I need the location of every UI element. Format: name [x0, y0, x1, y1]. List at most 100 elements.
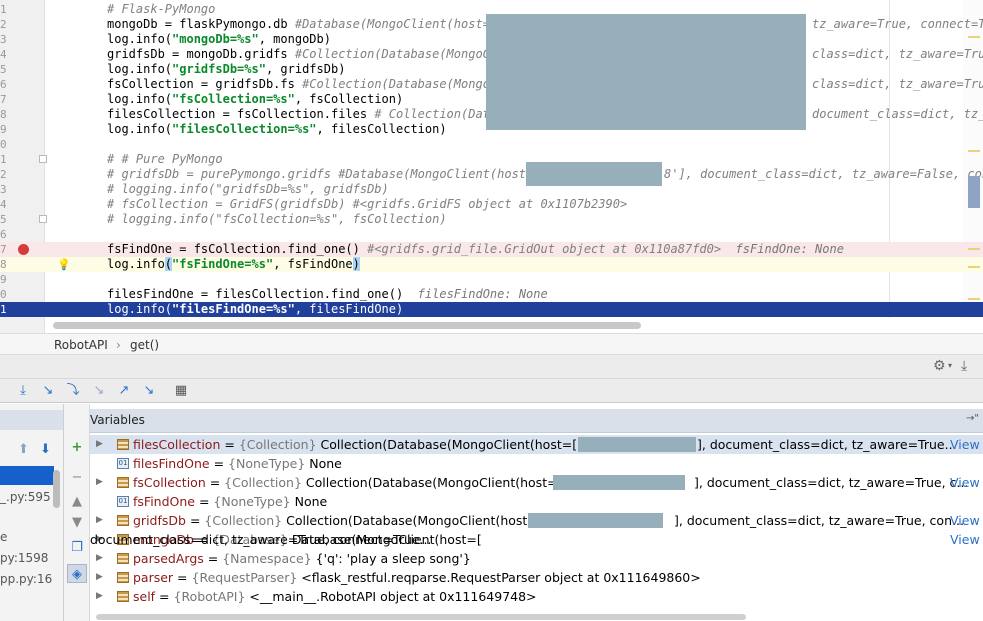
run-to-cursor-icon[interactable]: ↘ — [140, 382, 158, 400]
variable-row[interactable]: 01 fsFindOne = {NoneType} None — [90, 492, 983, 511]
show-watches-icon[interactable]: ◈ — [67, 564, 87, 583]
line-number[interactable]: 7 — [0, 92, 10, 107]
expand-arrow-icon[interactable]: ▶ — [96, 568, 103, 587]
variable-row[interactable]: ▶ parser = {RequestParser} <flask_restful… — [90, 568, 983, 587]
code-line[interactable]: 1 # # Pure PyMongo — [0, 152, 983, 167]
code-line[interactable]: 3 # logging.info("gridfsDb=%s", gridfsDb) — [0, 182, 983, 197]
step-out-icon[interactable]: ↗ — [115, 382, 133, 400]
variable-row[interactable]: ▶ gridfsDb = {Collection} Collection(Data… — [90, 511, 983, 530]
error-stripe-marker[interactable] — [968, 248, 980, 250]
code-line[interactable]: 0 — [0, 137, 983, 152]
frames-panel[interactable]: ⬆ ⬇ _.py:595e py:1598 pp.py:16 — [0, 404, 64, 621]
view-link[interactable]: View — [950, 435, 980, 454]
evaluate-expression-icon[interactable]: ▦ — [172, 382, 190, 400]
line-number[interactable]: 6 — [0, 77, 10, 92]
copy-icon[interactable]: ❐ — [67, 538, 87, 557]
line-number[interactable]: 0 — [0, 287, 10, 302]
variable-row[interactable]: ▶ self = {RobotAPI} <__main__.RobotAPI ob… — [90, 587, 983, 606]
code-string: "mongoDb=%s" — [172, 32, 259, 46]
line-number[interactable]: 9 — [0, 272, 10, 287]
line-number[interactable]: 0 — [0, 137, 10, 152]
frame-item[interactable]: py:1598 — [0, 549, 54, 568]
step-into-my-code-icon[interactable]: ↘ — [90, 382, 108, 400]
line-number[interactable]: 8 — [0, 107, 10, 122]
code-line[interactable]: 4 # fsCollection = GridFS(gridfsDb) #<gri… — [0, 197, 983, 212]
breakpoint-icon[interactable] — [18, 244, 29, 255]
step-over-icon[interactable]: ↘ — [39, 382, 57, 400]
variables-tree[interactable]: ▶ filesCollection = {Collection} Collecti… — [90, 435, 983, 621]
settings-icon[interactable]: ⚙ — [933, 358, 946, 374]
line-number[interactable]: 1 — [0, 302, 10, 317]
error-stripe-current-marker[interactable] — [968, 176, 980, 208]
expand-arrow-icon[interactable]: ▶ — [96, 587, 103, 606]
breadcrumb-method[interactable]: get() — [130, 338, 159, 352]
variable-row[interactable]: ▶ fsCollection = {Collection} Collection(… — [90, 473, 983, 492]
show-execution-point-icon[interactable]: ⤓ — [14, 382, 32, 400]
add-watch-icon[interactable]: + — [67, 438, 87, 457]
variable-row[interactable]: ▶ mongoDb = {Database} Database(MongoClie… — [90, 530, 983, 549]
line-number[interactable]: 1 — [0, 152, 10, 167]
code-line[interactable]: 6 — [0, 227, 983, 242]
hide-panel-icon[interactable]: ⤓ — [961, 358, 967, 374]
move-down-icon[interactable]: ▼ — [67, 513, 87, 532]
line-number[interactable]: 7 — [0, 242, 10, 257]
variable-row[interactable]: ▶ filesCollection = {Collection} Collecti… — [90, 435, 983, 454]
line-number[interactable]: 4 — [0, 47, 10, 62]
code-editor[interactable]: 1 # Flask-PyMongo 2 mongoDb = flaskPymongo.… — [0, 0, 983, 333]
view-link[interactable]: View — [950, 511, 980, 530]
frames-scrollbar[interactable] — [53, 470, 60, 508]
line-number[interactable]: 3 — [0, 32, 10, 47]
line-number[interactable]: 1 — [0, 2, 10, 17]
line-number[interactable]: 8 — [0, 257, 10, 272]
view-link[interactable]: View — [950, 473, 980, 492]
code-line[interactable]: 9 — [0, 272, 983, 287]
view-link[interactable]: View — [950, 530, 980, 549]
frame-item[interactable] — [0, 466, 54, 485]
code-line[interactable]: 1 log.info("filesFindOne=%s", filesFindOn… — [0, 302, 983, 317]
frame-item[interactable]: pp.py:16 — [0, 570, 54, 589]
line-number[interactable]: 2 — [0, 17, 10, 32]
line-number[interactable]: 3 — [0, 182, 10, 197]
chevron-down-icon[interactable]: ▾ — [948, 361, 952, 370]
inline-debug-value: filesFindOne: None — [403, 287, 548, 301]
line-number[interactable]: 5 — [0, 62, 10, 77]
expand-arrow-icon[interactable]: ▶ — [96, 473, 103, 492]
move-up-icon[interactable]: ▲ — [67, 492, 87, 511]
redaction-mask — [528, 513, 663, 528]
editor-horizontal-scrollbar[interactable] — [53, 322, 641, 329]
up-arrow-icon[interactable]: ⬆ — [18, 442, 29, 457]
line-number[interactable]: 2 — [0, 167, 10, 182]
code-line[interactable]: 2 # gridfsDb = purePymongo.gridfs #Databa… — [0, 167, 983, 182]
error-stripe-marker[interactable] — [968, 298, 980, 300]
code-line[interactable]: 5 # logging.info("fsCollection=%s", fsCol… — [0, 212, 983, 227]
line-number[interactable]: 9 — [0, 122, 10, 137]
fold-marker-icon[interactable] — [39, 155, 47, 163]
down-arrow-icon[interactable]: ⬇ — [40, 442, 51, 457]
variable-row[interactable]: 01 filesFindOne = {NoneType} None — [90, 454, 983, 473]
expand-arrow-icon[interactable]: ▶ — [96, 435, 103, 454]
error-stripe-marker[interactable] — [968, 150, 980, 152]
variables-horizontal-scrollbar[interactable] — [96, 614, 746, 620]
code-line[interactable]: 7 fsFindOne = fsCollection.find_one() #<g… — [0, 242, 983, 257]
error-stripe-marker[interactable] — [968, 36, 980, 38]
fold-marker-icon[interactable] — [39, 215, 47, 223]
error-stripe-marker[interactable] — [968, 266, 980, 268]
collapse-right-icon[interactable]: →" — [966, 413, 979, 424]
frame-item[interactable]: _.py:595 — [0, 488, 54, 507]
variables-panel-header: →" Variables →" — [0, 409, 983, 433]
frame-item[interactable] — [0, 508, 54, 527]
variable-value-tail: ], document_class=dict, tz_aware=True, c… — [694, 475, 969, 490]
line-number[interactable]: 6 — [0, 227, 10, 242]
line-number[interactable]: 4 — [0, 197, 10, 212]
step-into-icon[interactable]: ⤵ — [64, 382, 82, 400]
code-line[interactable]: 8 💡 log.info("fsFindOne=%s", fsFindOne) — [0, 257, 983, 272]
breadcrumb-class[interactable]: RobotAPI — [54, 338, 108, 352]
frame-item[interactable]: e — [0, 528, 54, 547]
expand-arrow-icon[interactable]: ▶ — [96, 549, 103, 568]
code-line[interactable]: 0 filesFindOne = filesCollection.find_one… — [0, 287, 983, 302]
lightbulb-icon[interactable]: 💡 — [57, 258, 71, 271]
line-number[interactable]: 5 — [0, 212, 10, 227]
remove-watch-icon[interactable]: − — [67, 468, 87, 487]
variable-row[interactable]: ▶ parsedArgs = {Namespace} {'q': 'play a … — [90, 549, 983, 568]
expand-arrow-icon[interactable]: ▶ — [96, 511, 103, 530]
